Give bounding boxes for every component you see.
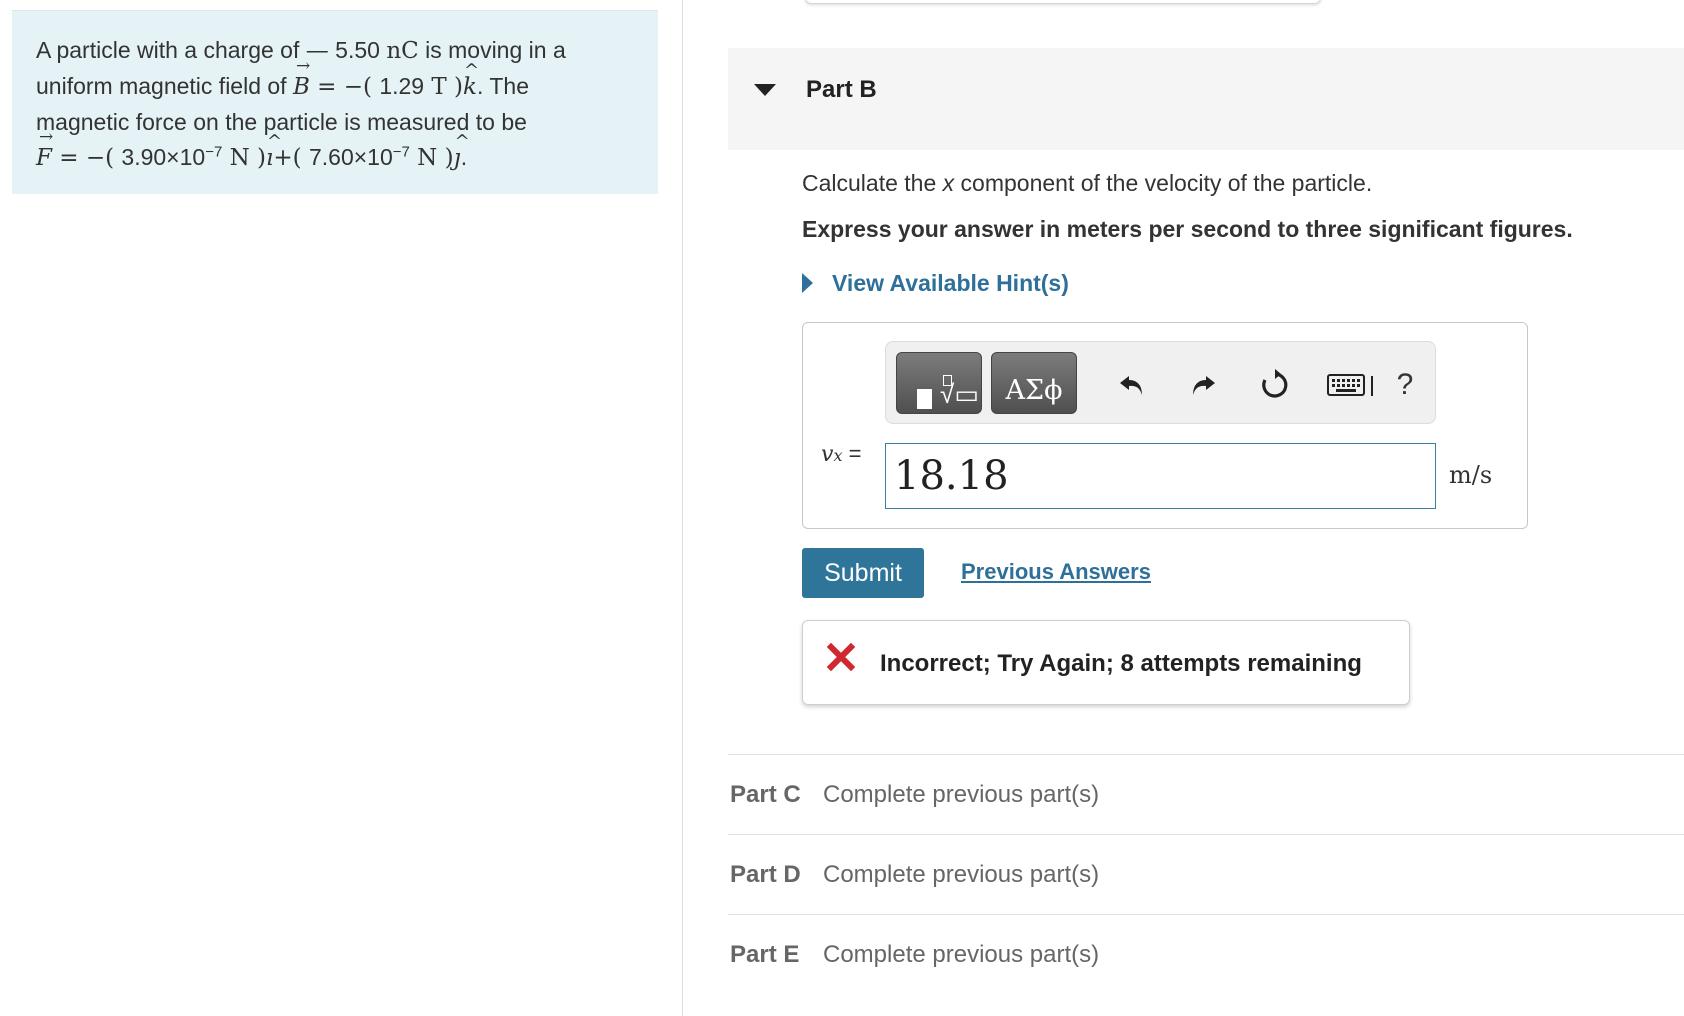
submit-button[interactable]: Submit (802, 548, 924, 598)
previous-answers-link[interactable]: Previous Answers (961, 559, 1151, 585)
part-d-status: Complete previous part(s) (823, 861, 1100, 888)
problem-text: uniform magnetic field of (36, 73, 287, 99)
part-d-label: Part D (730, 861, 801, 888)
equals-sign: = (848, 441, 862, 466)
field-unit: T (431, 74, 447, 100)
variable-symbol: v (821, 442, 834, 467)
part-c-status: Complete previous part(s) (823, 781, 1100, 808)
redo-icon (1193, 376, 1215, 395)
part-c-label: Part C (730, 781, 801, 808)
instruction-text: Express your answer in meters per second… (802, 216, 1573, 242)
problem-text: is moving in a (425, 37, 566, 63)
math-toolbar: √▭ ΑΣϕ ? (885, 341, 1436, 424)
view-hints-toggle[interactable]: View Available Hint(s) (802, 268, 1069, 298)
force-x-unit: N (229, 145, 250, 171)
force-x-exponent: −7 (205, 143, 223, 161)
force-y-unit-vector: ȷ (454, 124, 470, 176)
problem-line-4: F = −( 3.90×10−7 N )ı+( 7.60×10−7 N )ȷ. (36, 120, 634, 176)
charge-value: 5.50 (335, 37, 380, 63)
greek-symbols-button[interactable]: ΑΣϕ (991, 352, 1077, 414)
reset-button[interactable] (1256, 366, 1294, 404)
templates-icon (917, 389, 932, 409)
keyboard-icon (1327, 374, 1373, 396)
part-b-header[interactable]: Part B (728, 48, 1684, 150)
column-divider (682, 0, 683, 1016)
force-y-exponent: −7 (392, 143, 410, 161)
view-hints-label: View Available Hint(s) (832, 269, 1069, 296)
feedback-text: Incorrect; Try Again; 8 attempts remaini… (880, 650, 1362, 677)
collapse-triangle-icon[interactable] (754, 84, 776, 96)
field-direction-unit-vector: k (463, 53, 479, 105)
problem-line-2: uniform magnetic field of B = −( 1.29 T … (36, 49, 634, 105)
question-text: Calculate the x component of the velocit… (802, 170, 1373, 196)
question-variable: x (942, 170, 955, 196)
part-d-row: Part D Complete previous part(s) (728, 834, 1684, 915)
greek-symbols-icon: ΑΣϕ (1005, 375, 1063, 406)
problem-line-1: A particle with a charge of — 5.50 nC is… (36, 33, 634, 69)
unit-label: m/s (1449, 461, 1493, 489)
keyboard-button[interactable] (1324, 366, 1380, 404)
part-e-row: Part E Complete previous part(s) (728, 914, 1684, 995)
problem-text: A particle with a charge of (36, 37, 300, 63)
reset-icon (1262, 369, 1288, 398)
variable-subscript: x (833, 446, 843, 465)
undo-button[interactable] (1113, 366, 1151, 404)
expand-triangle-icon (802, 273, 813, 293)
problem-line-3: magnetic force on the particle is measur… (36, 109, 527, 135)
answer-input[interactable] (885, 443, 1436, 509)
templates-button[interactable]: √▭ (896, 352, 982, 414)
force-y-unit: N (417, 145, 438, 171)
part-e-label: Part E (730, 941, 800, 968)
previous-part-edge (805, 0, 1321, 4)
charge-unit: nC (386, 38, 419, 64)
incorrect-x-icon (827, 643, 855, 671)
feedback-box: Incorrect; Try Again; 8 attempts remaini… (802, 620, 1410, 705)
redo-button[interactable] (1184, 366, 1222, 404)
field-value: 1.29 (379, 73, 425, 99)
part-b-title: Part B (806, 76, 877, 103)
force-x-unit-vector: ı (266, 124, 283, 176)
force-vector-symbol: F (36, 120, 53, 176)
field-vector-symbol: B (293, 49, 310, 105)
help-button[interactable]: ? (1386, 366, 1424, 404)
answer-box: √▭ ΑΣϕ ? vx = 18.18 m/s (802, 322, 1528, 529)
problem-statement: A particle with a charge of — 5.50 nC is… (12, 10, 658, 194)
undo-icon (1120, 376, 1142, 395)
variable-label: vx = (821, 441, 861, 467)
problem-text: . The (476, 73, 529, 99)
square-root-icon: √▭ (940, 379, 979, 409)
force-y-value: 7.60×10 (308, 144, 393, 170)
part-c-row: Part C Complete previous part(s) (728, 754, 1684, 835)
force-x-value: 3.90×10 (121, 144, 206, 170)
part-e-status: Complete previous part(s) (823, 941, 1100, 968)
